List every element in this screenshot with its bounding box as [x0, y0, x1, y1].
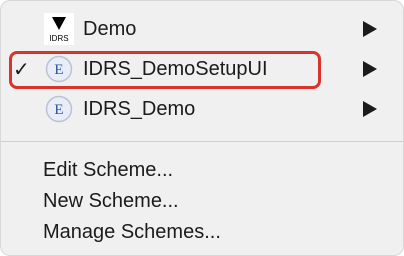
new-scheme-item[interactable]: New Scheme... — [43, 190, 179, 213]
manage-schemes-item[interactable]: Manage Schemes... — [43, 221, 221, 244]
idrs-app-icon: IDRS — [43, 13, 75, 45]
submenu-arrow-icon — [363, 21, 377, 37]
edit-scheme-item[interactable]: Edit Scheme... — [43, 159, 173, 182]
submenu-arrow-icon — [363, 101, 377, 117]
svg-text:E: E — [54, 102, 63, 118]
menu-divider — [1, 141, 403, 142]
extension-e-icon: E — [43, 93, 75, 125]
menu-item-label: Demo — [83, 17, 137, 40]
submenu-arrow-icon — [363, 61, 377, 77]
scheme-menu: IDRS Demo ✓ E IDRS_DemoSetupUI E IDRS_De… — [0, 0, 404, 256]
menu-item-idrs-demo[interactable]: E IDRS_Demo — [1, 89, 403, 129]
svg-text:IDRS: IDRS — [49, 34, 68, 43]
selection-highlight-box — [9, 51, 321, 89]
menu-item-demo[interactable]: IDRS Demo — [1, 9, 403, 49]
menu-item-label: IDRS_Demo — [83, 97, 196, 120]
